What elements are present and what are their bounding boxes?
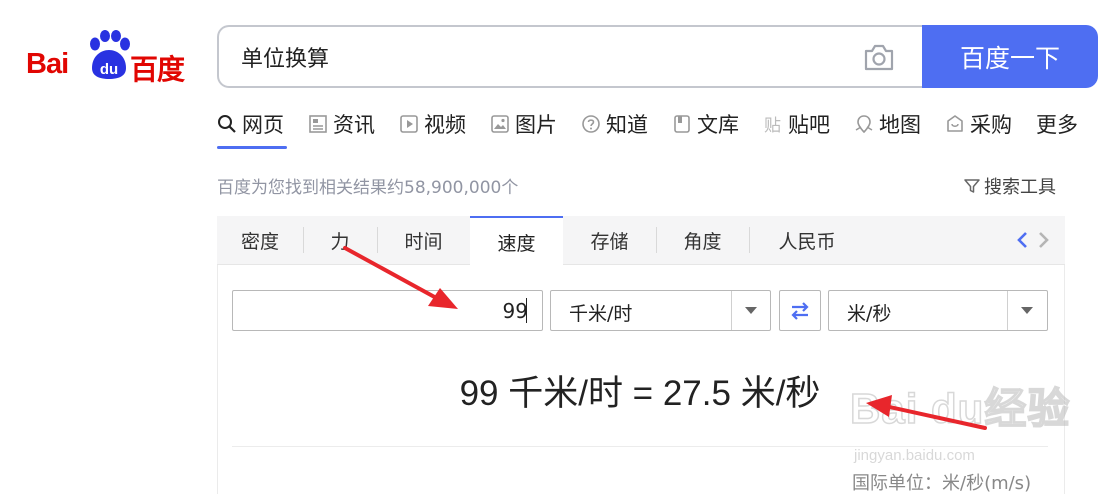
nav-label: 地图 [879, 113, 921, 137]
nav-label: 更多 [1036, 113, 1078, 137]
nav-item-wenku[interactable]: 文库 [672, 108, 739, 140]
shop-icon [947, 115, 963, 132]
chevron-left-icon[interactable] [1015, 230, 1031, 250]
camera-icon[interactable] [863, 42, 895, 72]
nav-item-zhidao[interactable]: 知道 [581, 108, 648, 140]
nav-item-tieba[interactable]: 贴 贴吧 [763, 108, 830, 140]
swap-units-button[interactable] [779, 290, 821, 331]
search-button[interactable]: 百度一下 [922, 25, 1098, 88]
search-type-nav: 网页 资讯 视频 图片 知道 文库 贴 贴吧 地图 采购 更多 [217, 108, 1102, 148]
logo-text-baidu-cn: 百度 [130, 53, 185, 86]
nav-label: 知道 [606, 113, 648, 137]
nav-item-video[interactable]: 视频 [399, 108, 466, 140]
nav-label: 资讯 [333, 113, 375, 137]
nav-label: 文库 [697, 113, 739, 137]
unit-category-tabs: 密度 力 时间 速度 存储 角度 人民币 [217, 216, 1065, 266]
paw-icon: du [90, 30, 130, 79]
nav-label: 采购 [970, 113, 1012, 137]
nav-item-web[interactable]: 网页 [217, 108, 284, 140]
logo-text-du: du [100, 61, 118, 78]
nav-label: 视频 [424, 113, 466, 137]
search-icon [218, 115, 236, 133]
chevron-right-icon[interactable] [1035, 230, 1051, 250]
nav-item-map[interactable]: 地图 [854, 108, 921, 140]
search-tools-label: 搜索工具 [984, 177, 1056, 198]
nav-item-more[interactable]: 更多 [1036, 108, 1078, 140]
from-unit-select[interactable]: 千米/时 [550, 290, 771, 331]
nav-label: 网页 [242, 113, 284, 137]
swap-icon [791, 301, 809, 320]
from-unit-label: 千米/时 [569, 303, 633, 325]
watermark-text: Bai du经验 [849, 384, 1071, 433]
unit-tab-rmb[interactable]: 人民币 [749, 216, 865, 265]
map-icon [855, 115, 873, 134]
unit-tab-force[interactable]: 力 [303, 216, 377, 265]
question-icon [582, 115, 600, 133]
result-count: 百度为您找到相关结果约58,900,000个 [217, 178, 519, 198]
nav-label: 贴吧 [788, 113, 830, 137]
value-input[interactable] [232, 290, 543, 331]
select-divider [1007, 291, 1008, 330]
search-input[interactable] [241, 41, 841, 73]
unit-tab-angle[interactable]: 角度 [656, 216, 749, 265]
baidu-logo[interactable]: Bai du 百度 [26, 30, 191, 86]
watermark: Bai du经验 jingyan.baidu.com [849, 375, 1100, 475]
svg-text:贴: 贴 [764, 116, 781, 134]
text-caret [526, 298, 527, 323]
video-icon [400, 115, 418, 133]
nav-item-news[interactable]: 资讯 [308, 108, 375, 140]
unit-tab-time[interactable]: 时间 [377, 216, 470, 265]
news-icon [309, 115, 327, 133]
unit-tab-speed[interactable]: 速度 [470, 216, 563, 266]
to-unit-label: 米/秒 [847, 303, 892, 325]
search-tools-button[interactable]: 搜索工具 [963, 173, 1056, 199]
nav-label: 图片 [515, 113, 557, 137]
nav-active-indicator [217, 146, 287, 149]
logo-text-bai: Bai [26, 48, 69, 80]
chevron-down-icon [745, 307, 757, 314]
doc-icon [674, 115, 690, 133]
unit-tab-density[interactable]: 密度 [217, 216, 303, 265]
nav-item-purchase[interactable]: 采购 [945, 108, 1012, 140]
unit-tab-storage[interactable]: 存储 [563, 216, 656, 265]
filter-icon [964, 179, 980, 193]
search-box [217, 25, 923, 88]
tieba-icon: 贴 [764, 116, 781, 134]
watermark-url: jingyan.baidu.com [854, 447, 975, 464]
chevron-down-icon [1021, 307, 1033, 314]
image-icon [491, 115, 509, 133]
select-divider [731, 291, 732, 330]
nav-item-image[interactable]: 图片 [490, 108, 557, 140]
to-unit-select[interactable]: 米/秒 [828, 290, 1048, 331]
